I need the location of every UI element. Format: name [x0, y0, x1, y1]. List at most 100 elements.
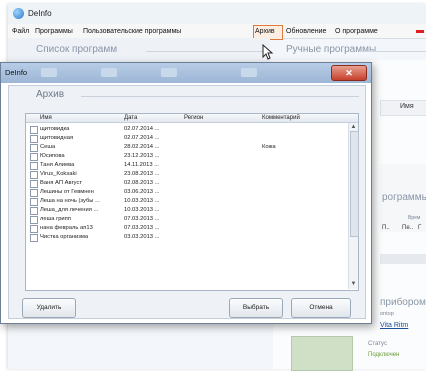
cell-date: 28.02.2014 ...: [124, 144, 160, 150]
cell-date: 03.06.2013 ...: [124, 189, 160, 195]
row-checkbox[interactable]: [30, 198, 38, 206]
table-row[interactable]: Леша_для лечения ... 10.03.2013 ...: [26, 206, 348, 215]
cell-date: 14.11.2013 ...: [124, 162, 160, 168]
column-header-comment[interactable]: Комментарий: [262, 115, 300, 121]
table-header: Имя Дата Регион Комментарий: [26, 114, 358, 123]
delete-button[interactable]: Удалить: [22, 298, 76, 318]
cell-name: леша грипп: [40, 216, 71, 222]
status-value: Подключен: [368, 352, 400, 358]
cell-name: Леша_для лечения ...: [40, 207, 99, 213]
main-titlebar: [8, 4, 426, 24]
cell-date: 02.07.2014 ...: [124, 135, 160, 141]
programs-panel-title: рограммы: [382, 192, 426, 203]
titlebar-block: [241, 68, 257, 77]
table-row[interactable]: Юсипова 23.12.2013 ...: [26, 152, 348, 161]
cell-name: Таня Алиева: [40, 162, 75, 168]
scrollbar-thumb[interactable]: [350, 131, 359, 237]
divider: [81, 96, 359, 97]
row-checkbox[interactable]: [30, 126, 38, 134]
cell-name: Чистка организма: [40, 234, 89, 240]
archive-dialog: DeInfo ✕ Архив Имя Дата Регион Комментар…: [0, 62, 372, 324]
menu-item-update[interactable]: Обновление: [286, 28, 326, 35]
cell-name: Юсипова: [40, 153, 65, 159]
archive-section-title: Архив: [36, 89, 65, 100]
titlebar-block: [41, 68, 57, 77]
column-g[interactable]: Г: [418, 225, 421, 231]
row-checkbox[interactable]: [30, 216, 38, 224]
menu-item-programs[interactable]: Программы: [35, 28, 73, 35]
table-row[interactable]: леша грипп 07.03.2013 ...: [26, 215, 348, 224]
column-header-name[interactable]: Имя: [40, 115, 52, 121]
cell-name: Ваня АП Август: [40, 180, 83, 186]
devices-title: прибором: [380, 297, 426, 308]
divider: [146, 51, 268, 52]
select-button[interactable]: Выбрать: [229, 298, 283, 318]
column-header-region[interactable]: Регион: [184, 115, 203, 121]
cell-date: 02.08.2013 ...: [124, 180, 160, 186]
archive-table: Имя Дата Регион Комментарий щитовидка 02.…: [25, 113, 359, 291]
manual-programs-title: Ручные программы: [286, 44, 377, 55]
table-row[interactable]: нана февраль ап13 07.03.2013 ...: [26, 224, 348, 233]
cell-name: нана февраль ап13: [40, 225, 93, 231]
time-label: Врем: [408, 215, 421, 221]
cell-name: щитовидка: [40, 126, 70, 132]
column-header-name[interactable]: Имя: [400, 103, 414, 110]
column-pe[interactable]: Пе..: [402, 225, 413, 231]
cell-date: 07.03.2013 ...: [124, 225, 160, 231]
menu-item-archive[interactable]: Архив: [255, 28, 275, 35]
menu-item-user-programs[interactable]: Пользовательские программы: [83, 28, 181, 35]
table-row[interactable]: Virus_Koksaki 23.08.2013 ...: [26, 170, 348, 179]
table-row[interactable]: Лешины от Гевмнен 03.06.2013 ...: [26, 188, 348, 197]
app-logo-icon: [13, 8, 24, 19]
cell-date: 03.03.2013 ...: [124, 234, 160, 240]
main-window-title: DeInfo: [28, 9, 52, 18]
table-scrollbar[interactable]: ▲ ▼: [348, 123, 359, 289]
cell-name: Лешины от Гевмнен: [40, 189, 94, 195]
table-row[interactable]: Ваня АП Август 02.08.2013 ...: [26, 179, 348, 188]
menu-item-file[interactable]: Файл: [12, 28, 29, 35]
divider: [360, 51, 426, 52]
program-list-title: Список программ: [36, 44, 118, 55]
row-checkbox[interactable]: [30, 189, 38, 197]
cell-name: Virus_Koksaki: [40, 171, 77, 177]
cell-date: 10.03.2013 ...: [124, 198, 160, 204]
table-row[interactable]: Таня Алиева 14.11.2013 ...: [26, 161, 348, 170]
row-checkbox[interactable]: [30, 207, 38, 215]
table-row[interactable]: щитовидная 02.07.2014 ...: [26, 134, 348, 143]
row-checkbox[interactable]: [30, 234, 38, 242]
row-checkbox[interactable]: [30, 153, 38, 161]
cell-date: 02.07.2014 ...: [124, 126, 160, 132]
scroll-up-arrow-icon[interactable]: ▲: [349, 123, 358, 131]
row-checkbox[interactable]: [30, 171, 38, 179]
row-checkbox[interactable]: [30, 225, 38, 233]
titlebar-decoration: [41, 68, 321, 78]
cancel-button[interactable]: Отмена: [291, 298, 351, 318]
cell-date: 23.12.2013 ...: [124, 153, 160, 159]
device-link[interactable]: Vita Ritm: [380, 322, 408, 329]
cell-name: Леша на ночь (зубы ...: [40, 198, 100, 204]
table-row[interactable]: щитовидка 02.07.2014 ...: [26, 125, 348, 134]
mouse-cursor-icon: [262, 44, 274, 60]
cell-name: щитовидная: [40, 135, 74, 141]
table-row[interactable]: Леша на ночь (зубы ... 10.03.2013 ...: [26, 197, 348, 206]
menu-item-about[interactable]: О программе: [335, 28, 378, 35]
row-checkbox[interactable]: [30, 144, 38, 152]
panel-scrollbar[interactable]: [380, 254, 426, 264]
table-row[interactable]: Сеша 28.02.2014 ... Кожа: [26, 143, 348, 152]
cell-name: Сеша: [40, 144, 56, 150]
row-checkbox[interactable]: [30, 135, 38, 143]
window-label: ontop: [380, 311, 394, 317]
column-header-date[interactable]: Дата: [124, 115, 137, 121]
row-checkbox[interactable]: [30, 180, 38, 188]
close-button[interactable]: ✕: [331, 65, 367, 81]
scroll-down-arrow-icon[interactable]: ▼: [349, 280, 358, 288]
dialog-title: DeInfo: [5, 68, 28, 77]
titlebar-block: [101, 68, 117, 77]
column-p[interactable]: П..: [382, 225, 390, 231]
row-checkbox[interactable]: [30, 162, 38, 170]
status-label: Статус: [368, 341, 387, 347]
cell-date: 23.08.2013 ...: [124, 171, 160, 177]
cell-date: 10.03.2013 ...: [124, 207, 160, 213]
titlebar-block: [161, 68, 177, 77]
table-row[interactable]: Чистка организма 03.03.2013 ...: [26, 233, 348, 242]
